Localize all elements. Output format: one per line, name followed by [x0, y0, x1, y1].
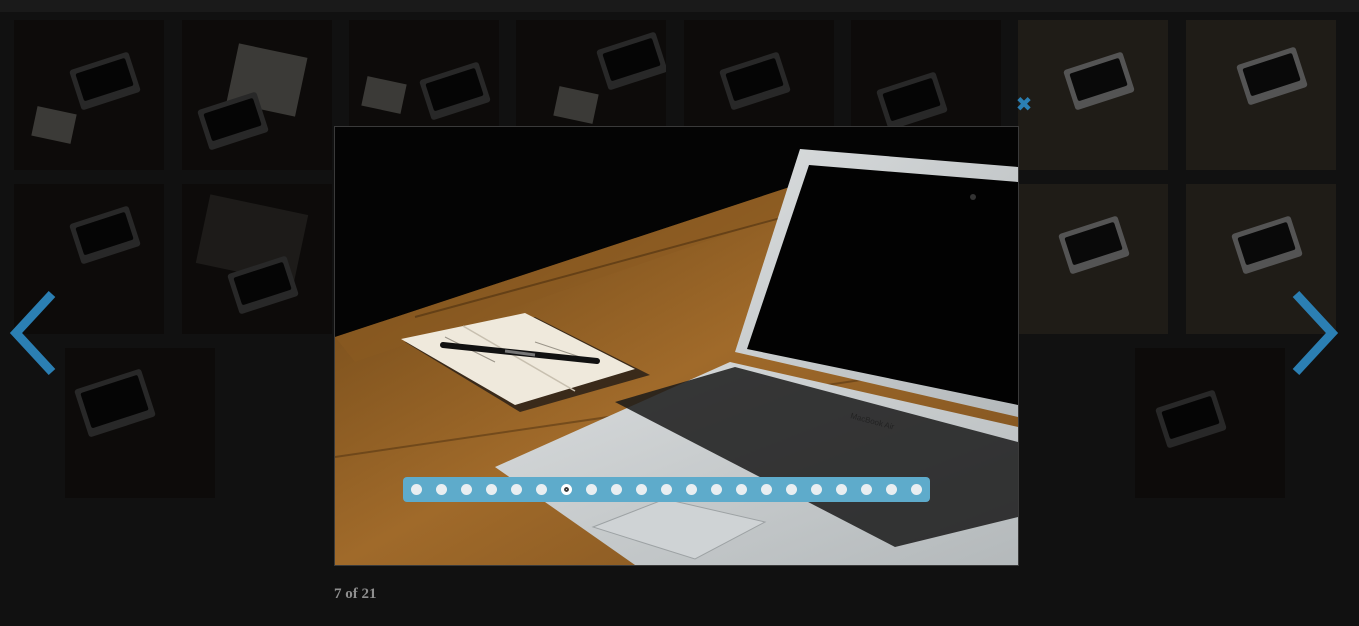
pagination-dot[interactable]	[586, 484, 597, 495]
pagination-dot[interactable]	[636, 484, 647, 495]
slide-pagination	[403, 477, 930, 502]
gallery-thumbnail[interactable]	[1018, 184, 1168, 334]
pagination-dot[interactable]	[786, 484, 797, 495]
pagination-dot[interactable]	[711, 484, 722, 495]
gallery-thumbnail[interactable]	[1186, 20, 1336, 170]
pagination-dot[interactable]	[486, 484, 497, 495]
gallery-thumbnail[interactable]	[14, 20, 164, 170]
pagination-dot[interactable]	[811, 484, 822, 495]
gallery-thumbnail[interactable]	[1135, 348, 1285, 498]
pagination-dot[interactable]	[861, 484, 872, 495]
pagination-dot[interactable]	[686, 484, 697, 495]
pagination-dot[interactable]	[836, 484, 847, 495]
pagination-dot[interactable]	[761, 484, 772, 495]
pagination-dot[interactable]	[661, 484, 672, 495]
next-button[interactable]	[1290, 288, 1340, 378]
chevron-right-icon	[1292, 290, 1339, 376]
pagination-dot[interactable]	[911, 484, 922, 495]
pagination-dot[interactable]	[561, 484, 572, 495]
top-strip	[0, 0, 1359, 12]
pagination-dot[interactable]	[511, 484, 522, 495]
lightbox-overlay: ✖ MacBook Air 7 of 21	[0, 0, 1359, 626]
gallery-thumbnail[interactable]	[182, 20, 332, 170]
pagination-dot[interactable]	[736, 484, 747, 495]
pagination-dot[interactable]	[536, 484, 547, 495]
gallery-thumbnail[interactable]	[182, 184, 332, 334]
chevron-left-icon	[9, 290, 56, 376]
image-counter: 7 of 21	[334, 586, 377, 602]
prev-button[interactable]	[8, 288, 58, 378]
pagination-dot[interactable]	[436, 484, 447, 495]
pagination-dot[interactable]	[611, 484, 622, 495]
gallery-thumbnail[interactable]	[65, 348, 215, 498]
close-icon[interactable]: ✖	[1015, 94, 1033, 114]
gallery-thumbnail[interactable]	[1018, 20, 1168, 170]
pagination-dot[interactable]	[886, 484, 897, 495]
pagination-dot[interactable]	[411, 484, 422, 495]
pagination-dot[interactable]	[461, 484, 472, 495]
